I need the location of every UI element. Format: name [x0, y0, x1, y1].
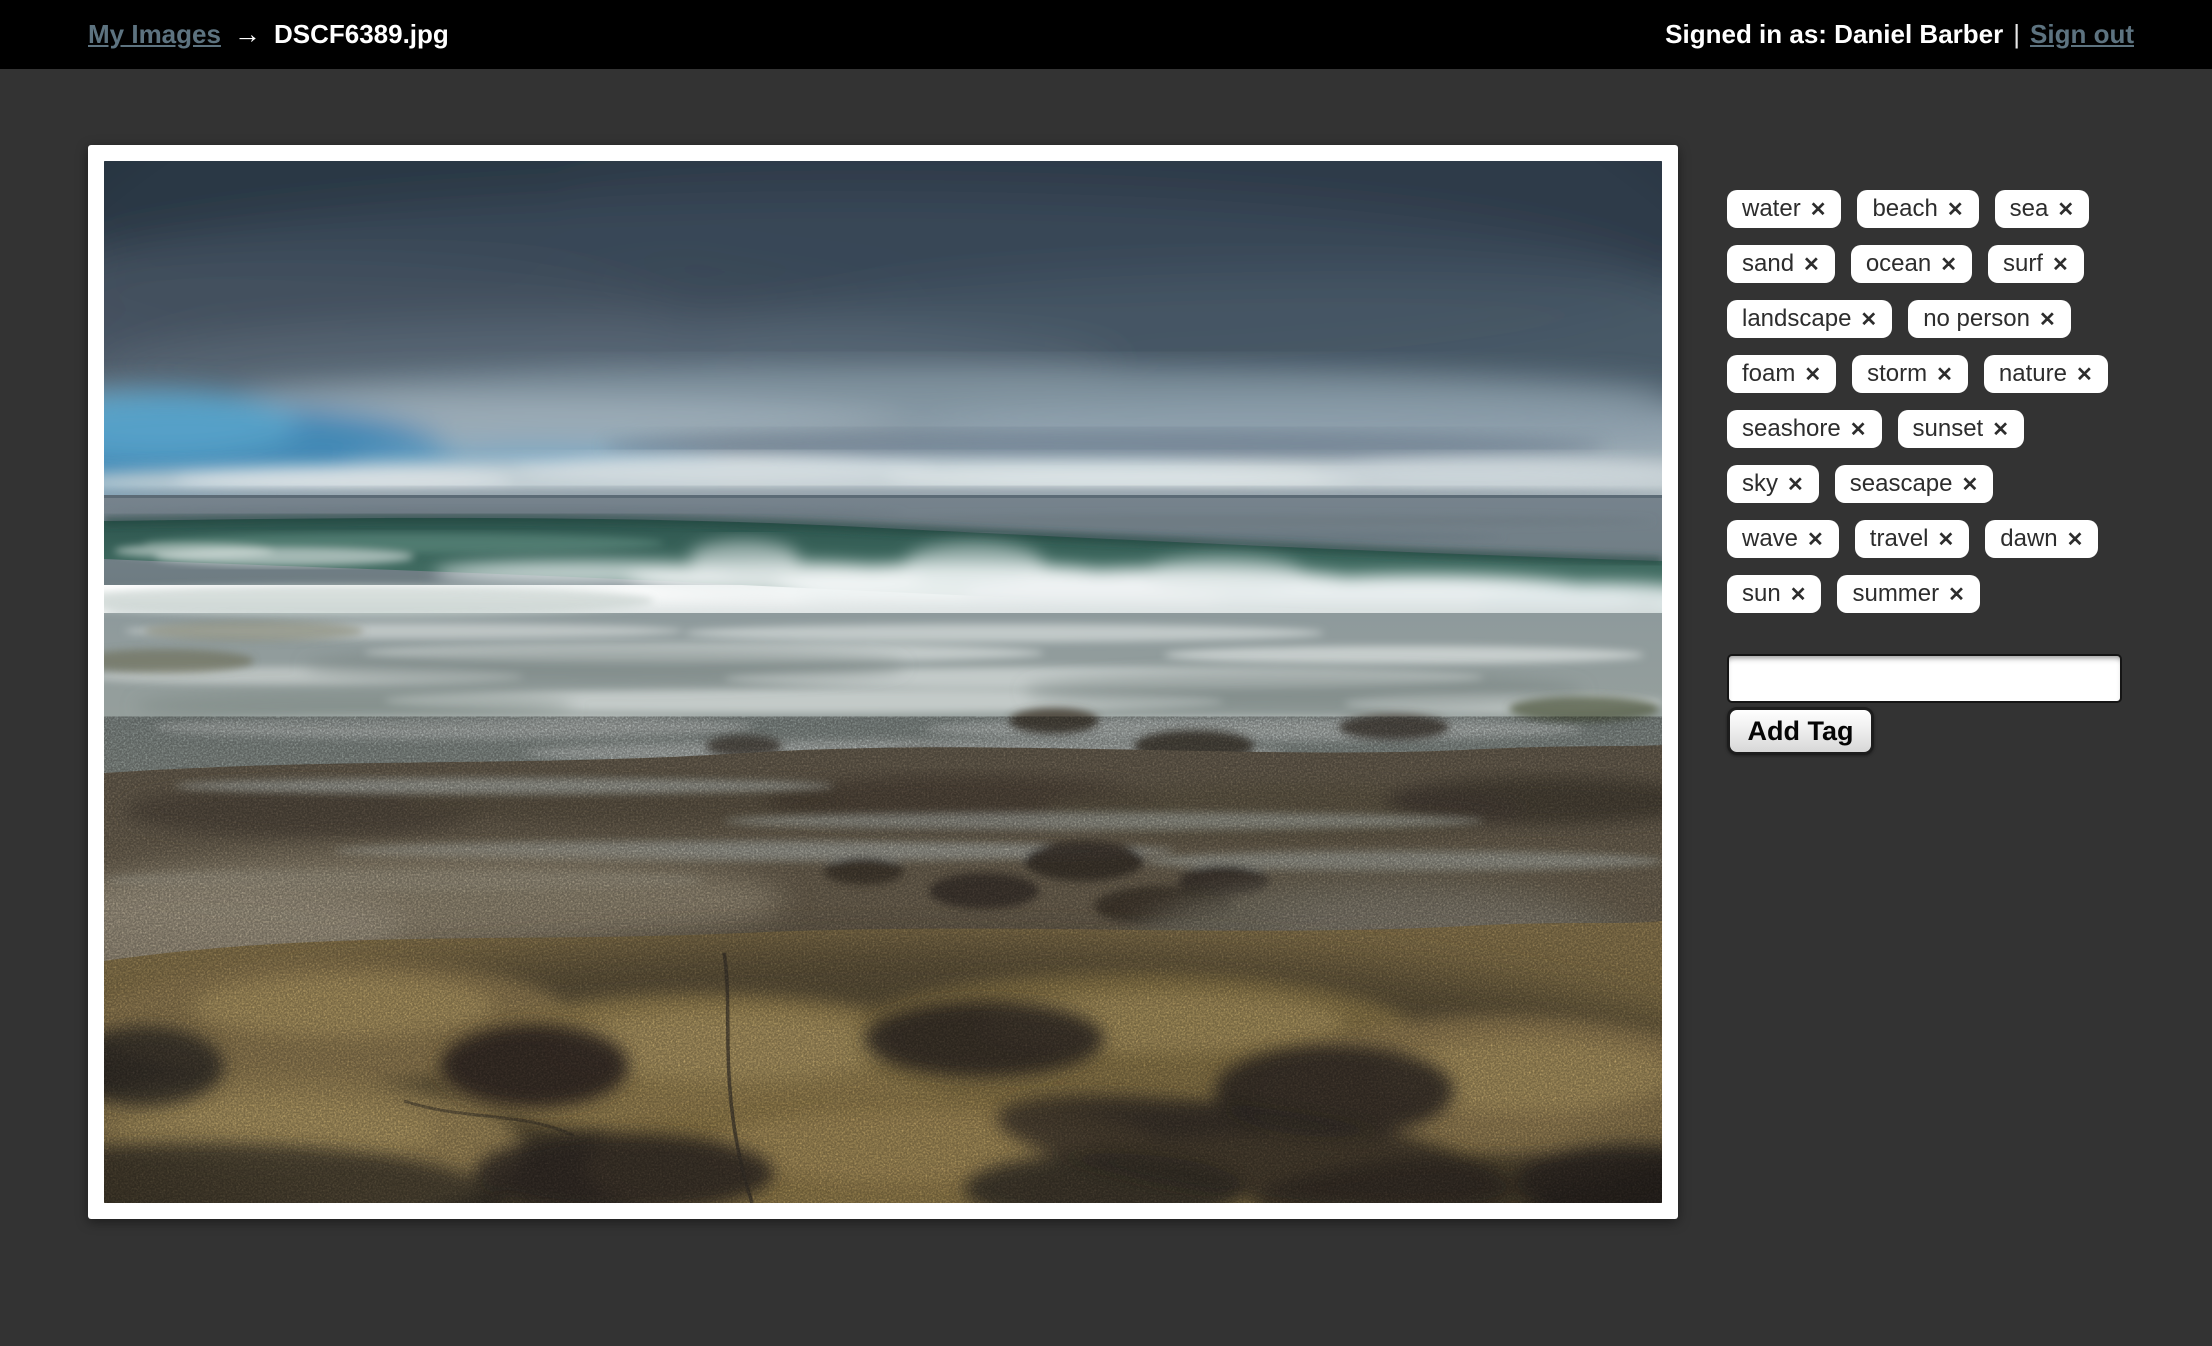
tag-remove-icon[interactable]: ✕: [1937, 530, 1954, 550]
tag-pill: landscape ✕: [1727, 300, 1892, 338]
tag-label: no person: [1923, 305, 2030, 333]
tag-remove-icon[interactable]: ✕: [1807, 530, 1824, 550]
tag-pill: surf ✕: [1988, 245, 2084, 283]
tag-remove-icon[interactable]: ✕: [1790, 585, 1807, 605]
signed-in-text: Signed in as: Daniel Barber: [1665, 19, 2003, 50]
tag-list: water ✕ beach ✕ sea ✕ sand ✕ ocean ✕ sur…: [1727, 190, 2112, 613]
tag-label: sun: [1742, 580, 1781, 608]
tag-label: beach: [1872, 195, 1937, 223]
tag-pill: beach ✕: [1857, 190, 1978, 228]
tag-pill: sand ✕: [1727, 245, 1835, 283]
tag-label: nature: [1999, 360, 2067, 388]
tag-remove-icon[interactable]: ✕: [1860, 310, 1877, 330]
tag-remove-icon[interactable]: ✕: [1850, 420, 1867, 440]
tag-remove-icon[interactable]: ✕: [1992, 420, 2009, 440]
tag-pill: dawn ✕: [1985, 520, 2098, 558]
sign-out-link[interactable]: Sign out: [2030, 19, 2134, 50]
tag-pill: sea ✕: [1995, 190, 2089, 228]
tag-remove-icon[interactable]: ✕: [2039, 310, 2056, 330]
tag-label: dawn: [2000, 525, 2057, 553]
tag-label: sand: [1742, 250, 1794, 278]
tag-remove-icon[interactable]: ✕: [1940, 255, 1957, 275]
tag-pill: ocean ✕: [1851, 245, 1972, 283]
tag-label: seashore: [1742, 415, 1841, 443]
tag-label: travel: [1870, 525, 1929, 553]
tag-pill: seascape ✕: [1835, 465, 1994, 503]
tag-label: landscape: [1742, 305, 1851, 333]
tag-label: foam: [1742, 360, 1795, 388]
tag-remove-icon[interactable]: ✕: [1804, 365, 1821, 385]
tag-form: Add Tag: [1727, 654, 2112, 755]
breadcrumb-my-images-link[interactable]: My Images: [88, 19, 221, 50]
tag-remove-icon[interactable]: ✕: [1936, 365, 1953, 385]
tag-pill: summer ✕: [1837, 575, 1979, 613]
tag-remove-icon[interactable]: ✕: [2076, 365, 2093, 385]
tag-label: wave: [1742, 525, 1798, 553]
tag-label: sea: [2010, 195, 2049, 223]
tag-pill: sun ✕: [1727, 575, 1821, 613]
breadcrumb: My Images → DSCF6389.jpg: [88, 19, 449, 50]
tag-pill: foam ✕: [1727, 355, 1836, 393]
tag-label: sunset: [1913, 415, 1984, 443]
tag-remove-icon[interactable]: ✕: [1948, 585, 1965, 605]
tag-label: ocean: [1866, 250, 1931, 278]
tag-pill: water ✕: [1727, 190, 1841, 228]
tag-remove-icon[interactable]: ✕: [1810, 200, 1827, 220]
topbar: My Images → DSCF6389.jpg Signed in as: D…: [0, 0, 2212, 69]
tag-pill: wave ✕: [1727, 520, 1839, 558]
tag-remove-icon[interactable]: ✕: [2057, 200, 2074, 220]
new-tag-input[interactable]: [1727, 654, 2122, 703]
tag-pill: no person ✕: [1908, 300, 2071, 338]
tag-label: storm: [1867, 360, 1927, 388]
photo-frame: [88, 145, 1678, 1219]
tag-pill: sunset ✕: [1898, 410, 2024, 448]
tag-label: sky: [1742, 470, 1778, 498]
tag-remove-icon[interactable]: ✕: [2052, 255, 2069, 275]
tag-pill: seashore ✕: [1727, 410, 1882, 448]
session-divider: |: [2013, 19, 2020, 50]
add-tag-button[interactable]: Add Tag: [1727, 707, 1874, 755]
tag-label: water: [1742, 195, 1801, 223]
seascape-photo: [104, 161, 1662, 1203]
tag-label: surf: [2003, 250, 2043, 278]
tag-label: summer: [1852, 580, 1939, 608]
tag-pill: storm ✕: [1852, 355, 1968, 393]
session-info: Signed in as: Daniel Barber | Sign out: [1665, 19, 2134, 50]
breadcrumb-arrow-icon: →: [234, 19, 261, 50]
tag-remove-icon[interactable]: ✕: [2067, 530, 2084, 550]
tag-remove-icon[interactable]: ✕: [1787, 475, 1804, 495]
tag-panel: water ✕ beach ✕ sea ✕ sand ✕ ocean ✕ sur…: [1727, 190, 2112, 755]
tag-pill: nature ✕: [1984, 355, 2108, 393]
tag-remove-icon[interactable]: ✕: [1962, 475, 1979, 495]
tag-remove-icon[interactable]: ✕: [1947, 200, 1964, 220]
tag-pill: travel ✕: [1855, 520, 1969, 558]
tag-pill: sky ✕: [1727, 465, 1819, 503]
tag-label: seascape: [1850, 470, 1953, 498]
tag-remove-icon[interactable]: ✕: [1803, 255, 1820, 275]
breadcrumb-current-file: DSCF6389.jpg: [274, 19, 449, 50]
